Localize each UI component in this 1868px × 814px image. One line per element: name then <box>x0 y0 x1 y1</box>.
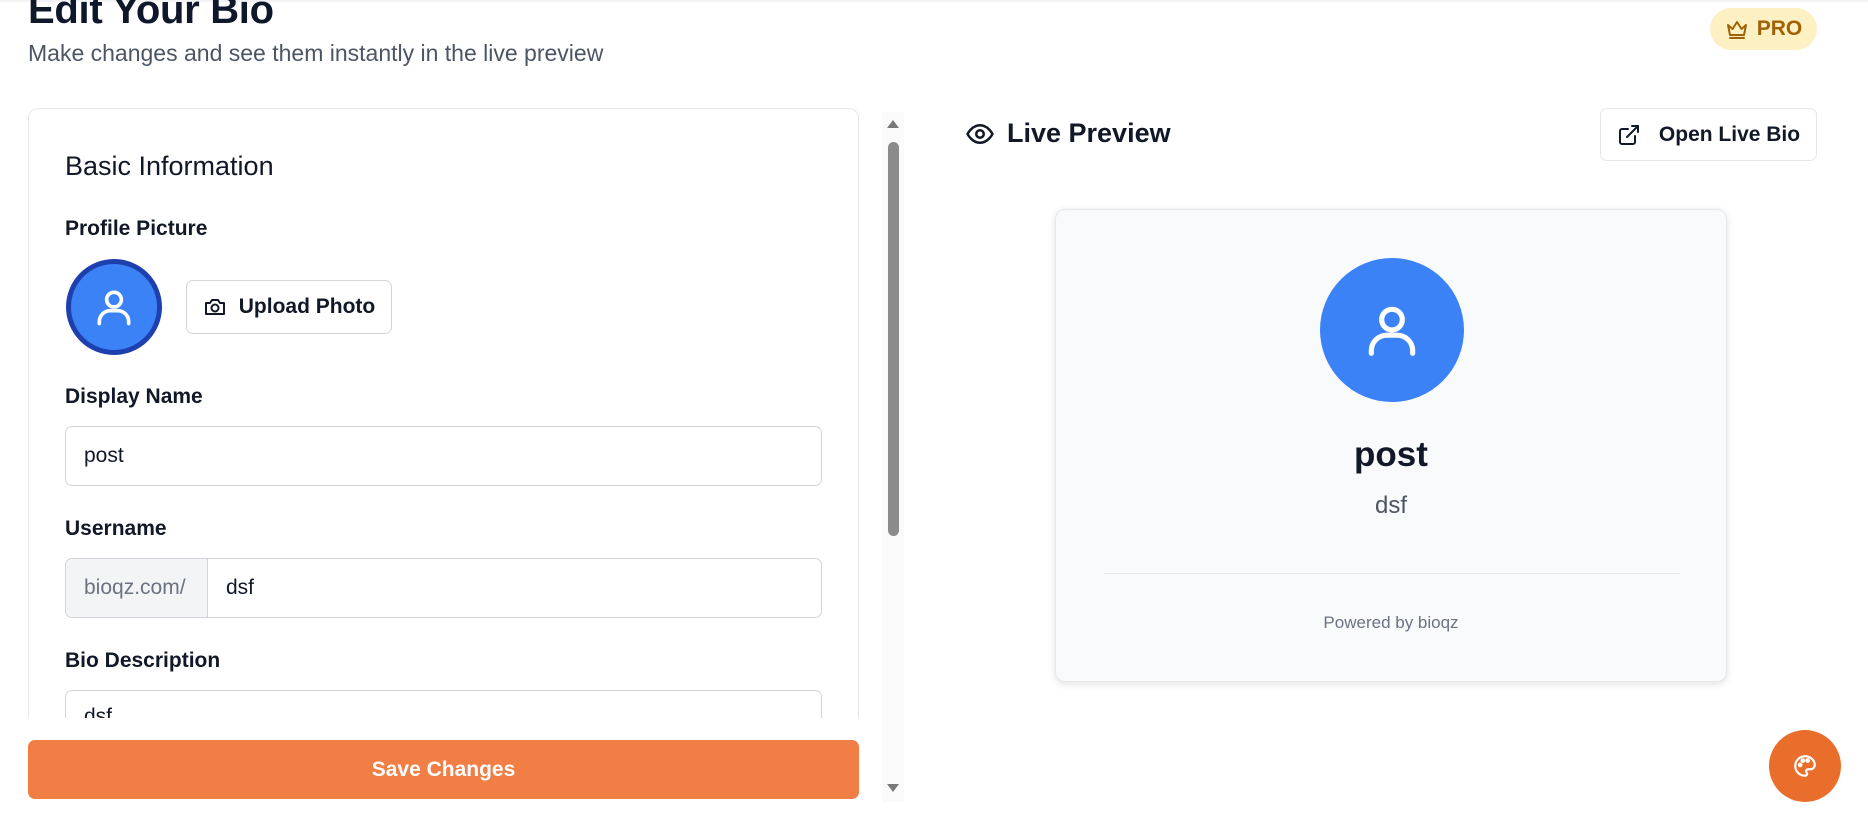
crown-icon <box>1726 21 1747 39</box>
palette-icon <box>1794 755 1816 777</box>
username-field: bioqz.com/ dsf <box>65 558 822 618</box>
preview-display-name: post <box>1354 435 1428 474</box>
bio-preview-card: post dsf Powered by bioqz <box>1055 209 1727 682</box>
username-input[interactable]: dsf <box>208 559 821 617</box>
top-divider <box>0 0 1868 2</box>
save-changes-button[interactable]: Save Changes <box>28 740 859 799</box>
user-icon <box>97 290 131 326</box>
bio-description-label: Bio Description <box>65 649 221 672</box>
section-title-basic-information: Basic Information <box>65 151 274 181</box>
preview-divider <box>1104 573 1680 574</box>
pro-badge: PRO <box>1710 8 1817 50</box>
live-preview-heading: Live Preview <box>965 118 1171 149</box>
pro-badge-label: PRO <box>1756 17 1803 40</box>
preview-username: dsf <box>1374 492 1407 519</box>
profile-avatar <box>66 259 162 355</box>
preview-avatar <box>1320 258 1464 402</box>
upload-photo-label: Upload Photo <box>238 295 376 318</box>
open-live-bio-label: Open Live Bio <box>1658 122 1801 146</box>
scroll-down-arrow-icon[interactable] <box>887 784 899 792</box>
page-subtitle: Make changes and see them instantly in t… <box>28 40 604 66</box>
page-title: Edit Your Bio <box>28 0 274 32</box>
camera-icon <box>204 299 225 315</box>
editor-panel: Basic Information Profile Picture Upload… <box>28 108 859 718</box>
powered-by-text: Powered by bioqz <box>1323 613 1459 632</box>
external-link-icon <box>1618 124 1639 145</box>
upload-photo-button[interactable]: Upload Photo <box>186 280 392 334</box>
username-label: Username <box>65 517 167 540</box>
username-prefix: bioqz.com/ <box>66 559 208 617</box>
user-icon <box>1368 306 1416 356</box>
scroll-thumb[interactable] <box>888 142 899 536</box>
editor-scrollbar[interactable] <box>882 112 904 802</box>
profile-picture-label: Profile Picture <box>65 217 208 240</box>
live-preview-title: Live Preview <box>1007 118 1171 148</box>
scroll-up-arrow-icon[interactable] <box>887 120 899 128</box>
bio-description-input[interactable]: dsf <box>65 690 822 718</box>
open-live-bio-button[interactable]: Open Live Bio <box>1600 108 1817 161</box>
eye-icon <box>966 123 994 144</box>
display-name-input[interactable]: post <box>65 426 822 486</box>
theme-palette-button[interactable] <box>1769 730 1841 802</box>
display-name-label: Display Name <box>65 385 203 408</box>
